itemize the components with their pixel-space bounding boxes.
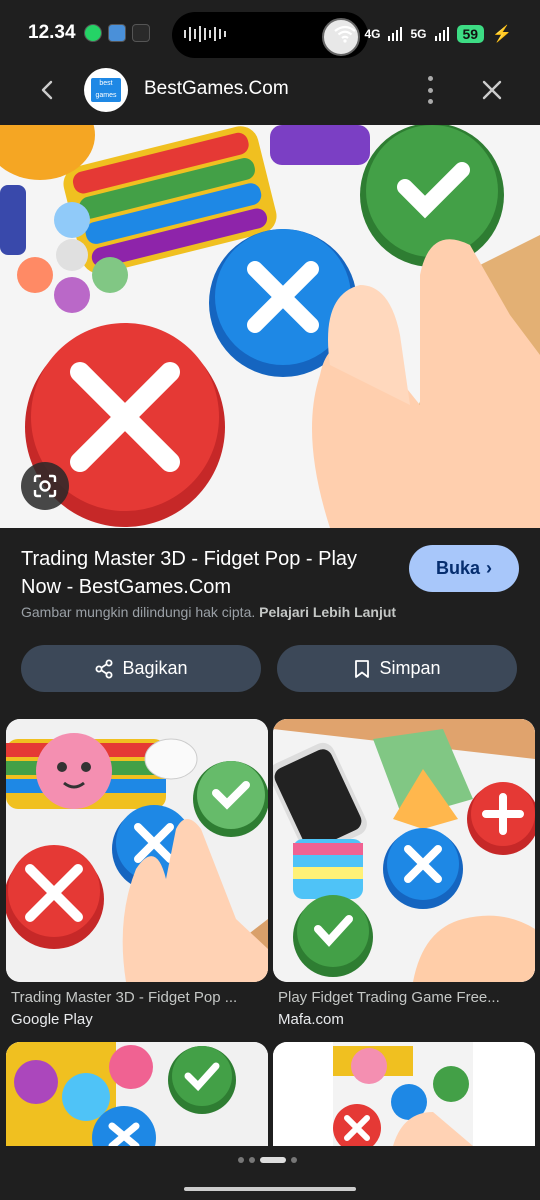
open-button-label: Buka (435, 558, 480, 578)
home-gesture-bar[interactable] (184, 1187, 356, 1191)
fidget-game-thumbnail-art (273, 719, 535, 982)
clock: 12.34 (28, 22, 76, 43)
page-dot (291, 1157, 297, 1163)
signal-5g-label: 5G (410, 27, 427, 41)
notification-icons (84, 24, 150, 42)
site-name[interactable]: BestGames.Com (144, 78, 289, 100)
system-icons: 4G 5G 59 ⚡ (334, 24, 512, 44)
settings-app-icon (108, 24, 126, 42)
fidget-game-thumbnail-art (6, 719, 268, 982)
page-dot (238, 1157, 244, 1163)
audio-wave-icon (184, 26, 226, 42)
page-indicator (238, 1157, 297, 1163)
chevron-right-icon: › (486, 558, 492, 578)
wifi-icon (334, 25, 357, 43)
related-image-thumbnail[interactable] (273, 719, 535, 982)
learn-more-link[interactable]: Pelajari Lebih Lanjut (259, 604, 396, 620)
related-image-thumbnail[interactable] (6, 719, 268, 982)
share-button-label: Bagikan (122, 658, 188, 678)
share-icon (95, 659, 113, 678)
related-title[interactable]: Trading Master 3D - Fidget Pop ... (11, 989, 269, 1006)
main-image[interactable] (0, 125, 540, 528)
site-logo[interactable]: best games (84, 68, 128, 112)
signal-bars-icon (434, 27, 449, 41)
save-button[interactable]: Simpan (277, 645, 517, 692)
more-options-icon[interactable] (420, 76, 440, 104)
share-button[interactable]: Bagikan (21, 645, 261, 692)
bookmark-icon (355, 659, 370, 678)
copyright-text: Gambar mungkin dilindungi hak cipta. (21, 604, 256, 620)
fidget-game-thumbnail-art (6, 1042, 268, 1146)
related-image-thumbnail[interactable] (6, 1042, 268, 1146)
related-title[interactable]: Play Fidget Trading Game Free... (278, 989, 536, 1006)
signal-4g-label: 4G (364, 27, 381, 41)
status-bar: 12.34 4G 5G 59 ⚡ (0, 0, 540, 62)
whatsapp-icon (84, 24, 102, 42)
related-source[interactable]: Google Play (11, 1011, 93, 1028)
close-icon[interactable] (480, 78, 504, 102)
fidget-game-illustration (0, 125, 540, 528)
result-title[interactable]: Trading Master 3D - Fidget Pop - Play No… (21, 545, 391, 601)
page-dot-active (260, 1157, 286, 1163)
viewer-header: best games BestGames.Com (0, 62, 540, 118)
fidget-game-thumbnail-art (273, 1042, 535, 1146)
back-arrow-icon[interactable] (36, 78, 60, 102)
battery-level: 59 (456, 25, 485, 43)
save-button-label: Simpan (379, 658, 441, 678)
open-button[interactable]: Buka › (409, 545, 519, 592)
related-image-thumbnail[interactable] (273, 1042, 535, 1146)
lens-icon (33, 474, 57, 498)
google-lens-button[interactable] (21, 462, 69, 510)
charging-icon: ⚡ (492, 26, 512, 43)
capcut-icon (132, 24, 150, 42)
copyright-notice: Gambar mungkin dilindungi hak cipta. Pel… (21, 604, 396, 620)
signal-bars-icon (388, 27, 403, 41)
related-source[interactable]: Mafa.com (278, 1011, 344, 1028)
page-dot (249, 1157, 255, 1163)
site-logo-text: best games (91, 78, 121, 102)
